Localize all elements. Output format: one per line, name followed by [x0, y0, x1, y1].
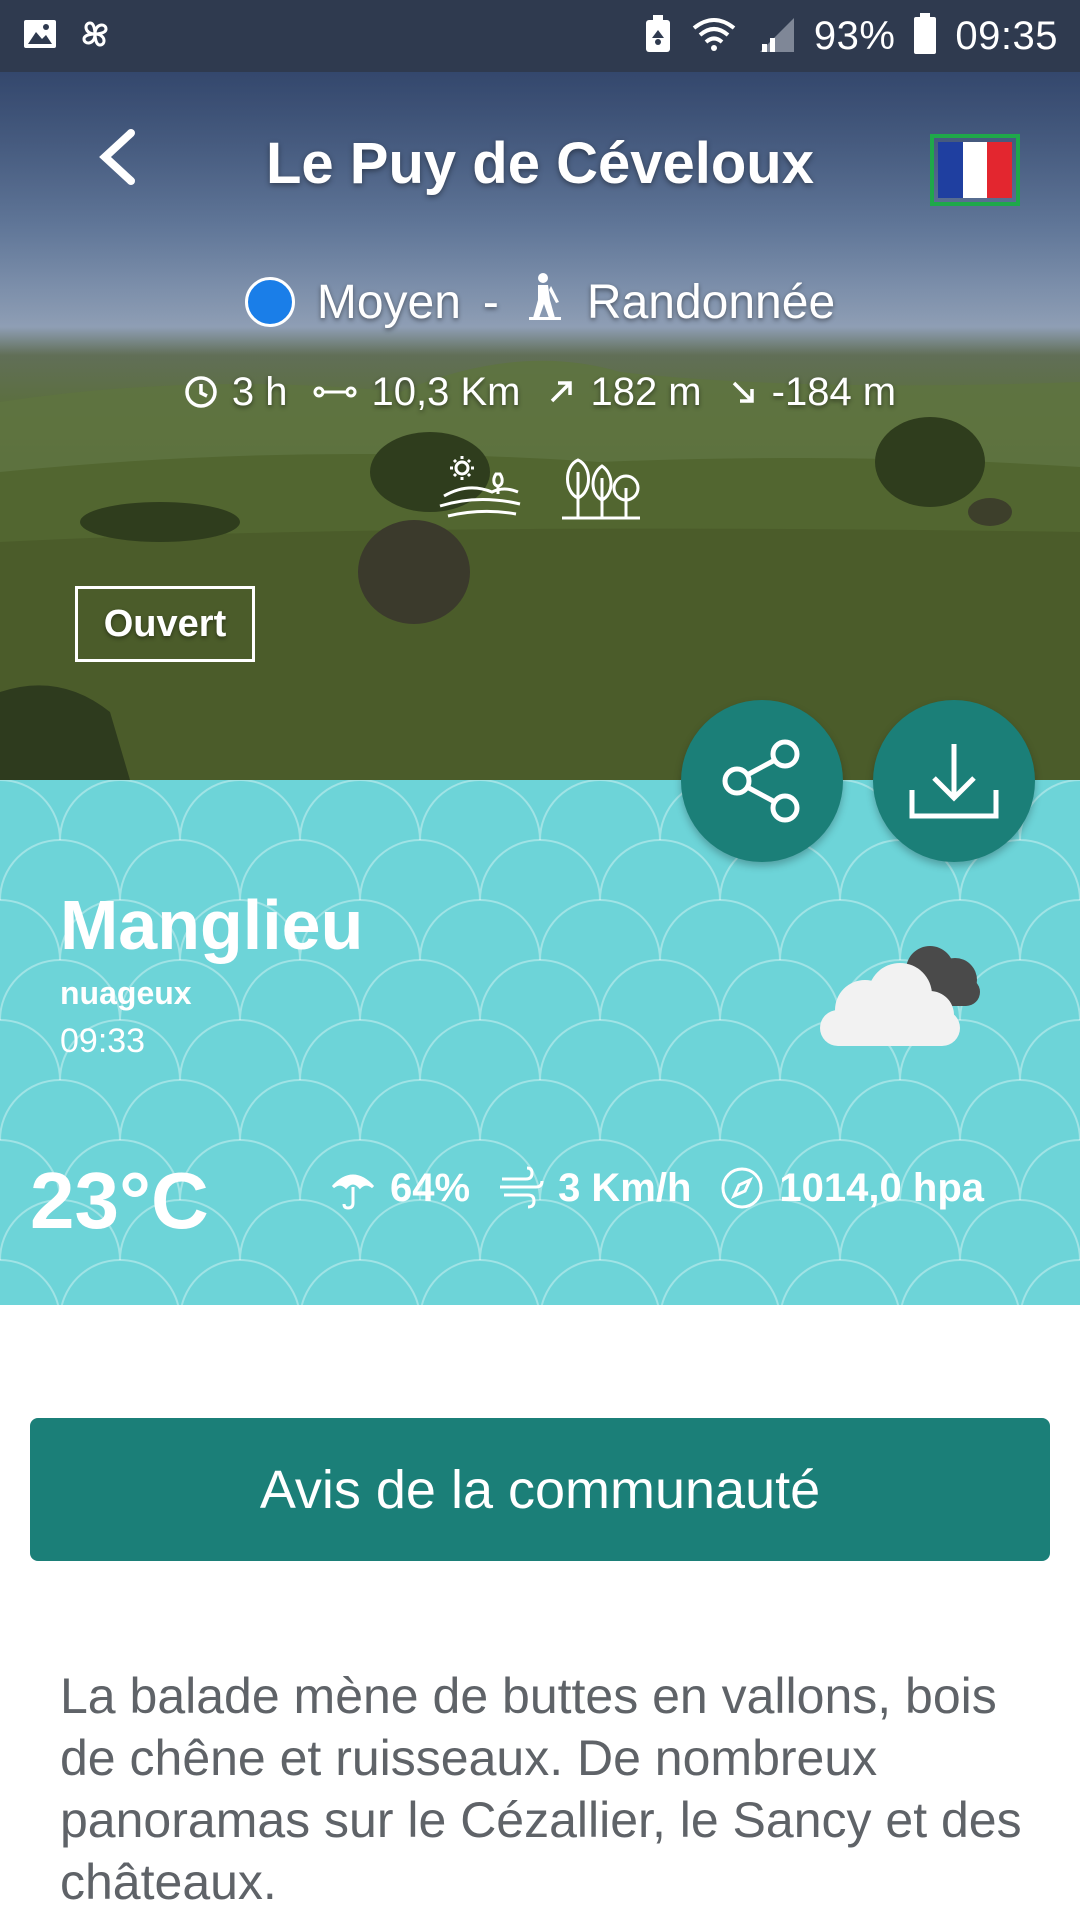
pressure-metric: 1014,0 hpa	[719, 1165, 984, 1211]
pinwheel-notification-icon	[76, 15, 114, 58]
signal-icon	[756, 14, 796, 59]
ascent-value: 182 m	[590, 369, 702, 414]
weather-condition: nuageux	[60, 975, 192, 1011]
download-icon	[909, 744, 999, 819]
wifi-icon	[690, 14, 738, 59]
image-notification-icon	[22, 16, 58, 57]
arrow-up-right-icon	[551, 381, 573, 403]
wind-metric: 3 Km/h	[498, 1165, 691, 1211]
distance-icon	[313, 386, 357, 398]
weather-metrics: 64% 3 Km/h 1014,0 hpa	[330, 1165, 996, 1211]
hiker-icon	[521, 272, 565, 332]
activity-label: Randonnée	[586, 275, 836, 329]
page-title: Le Puy de Céveloux	[266, 131, 814, 196]
share-icon	[722, 739, 800, 823]
status-badge: Ouvert	[75, 586, 255, 662]
status-bar-left	[22, 15, 114, 58]
duration-stat: 3 h	[184, 369, 288, 415]
cloudy-icon	[810, 930, 990, 1055]
humidity-metric: 64%	[330, 1165, 470, 1211]
language-flag-button[interactable]	[930, 134, 1020, 206]
umbrella-icon	[331, 1174, 375, 1210]
french-flag-icon	[938, 142, 1013, 198]
clock: 09:35	[955, 13, 1058, 58]
weather-city: Manglieu	[60, 886, 364, 964]
distance-stat: 10,3 Km	[313, 370, 520, 415]
weather-temperature: 23°C	[30, 1156, 209, 1245]
share-button[interactable]	[681, 700, 843, 862]
compass-icon	[721, 1167, 763, 1209]
battery-saver-icon	[644, 14, 672, 59]
humidity-value: 64%	[390, 1165, 471, 1210]
duration-value: 3 h	[231, 369, 288, 414]
wind-value: 3 Km/h	[558, 1165, 692, 1210]
difficulty-dot	[244, 277, 295, 327]
descent-stat: -184 m	[728, 369, 897, 415]
community-reviews-button[interactable]: Avis de la communauté	[30, 1418, 1050, 1561]
stats-row: 3 h 10,3 Km 182 m -184 m	[0, 362, 1080, 422]
landscape-icon	[439, 456, 521, 518]
hero-image: Le Puy de Céveloux Moyen - Randonnée 3 h…	[0, 72, 1080, 780]
arrow-down-right-icon	[732, 381, 754, 403]
wind-icon	[500, 1166, 544, 1209]
theme-icons	[0, 452, 1080, 522]
pressure-value: 1014,0 hpa	[779, 1165, 984, 1210]
status-bar-right: 93% 09:35	[644, 12, 1058, 60]
battery-percent: 93%	[813, 13, 896, 58]
battery-icon	[913, 12, 937, 60]
difficulty-label: Moyen	[316, 275, 461, 329]
difficulty-row: Moyen - Randonnée	[0, 262, 1080, 342]
status-bar: 93% 09:35	[0, 0, 1080, 72]
ascent-stat: 182 m	[546, 369, 702, 415]
descent-value: -184 m	[771, 369, 897, 414]
download-button[interactable]	[873, 700, 1035, 862]
weather-time: 09:33	[60, 1022, 146, 1060]
separator: -	[482, 275, 499, 329]
distance-value: 10,3 Km	[371, 369, 521, 414]
trail-description: La balade mène de buttes en vallons, boi…	[60, 1668, 1022, 1910]
clock-icon	[185, 376, 217, 408]
forest-icon	[562, 458, 640, 520]
